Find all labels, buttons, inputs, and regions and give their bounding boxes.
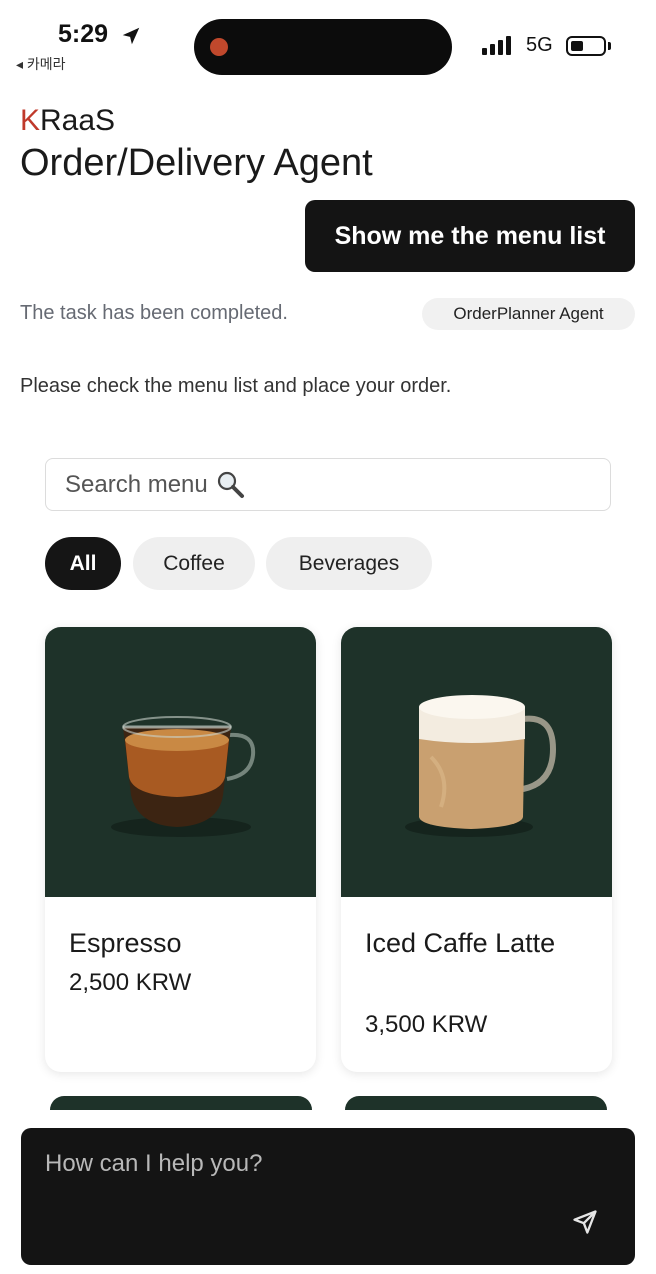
page-title: Order/Delivery Agent [20, 142, 373, 184]
search-placeholder: Search menu [65, 470, 208, 498]
espresso-image [45, 627, 316, 897]
cellular-signal-icon [482, 35, 511, 55]
filter-chip-coffee[interactable]: Coffee [133, 537, 255, 590]
menu-card-espresso[interactable]: Espresso 2,500 KRW [45, 627, 316, 1072]
battery-tip [608, 42, 611, 50]
chat-input-placeholder: How can I help you? [45, 1150, 263, 1177]
menu-item-price: 2,500 KRW [69, 969, 192, 996]
brand-name: RaaS [40, 104, 116, 137]
back-to-camera-link[interactable]: ◂ 카메라 [16, 54, 66, 74]
search-input[interactable]: Search menu [45, 458, 611, 511]
menu-card-peek [50, 1096, 312, 1110]
user-message-bubble: Show me the menu list [305, 200, 635, 272]
agent-badge: OrderPlanner Agent [422, 298, 635, 330]
menu-card-peek [345, 1096, 607, 1110]
latte-image [341, 627, 612, 897]
brand-k: K [20, 104, 41, 137]
network-type: 5G [526, 34, 553, 56]
brand-logo: KRaaS [20, 104, 115, 138]
filter-chip-all[interactable]: All [45, 537, 121, 590]
send-icon[interactable] [571, 1208, 599, 1236]
agent-message: Please check the menu list and place you… [20, 375, 452, 397]
magnifier-icon [217, 471, 244, 498]
status-time: 5:29 [58, 20, 109, 48]
recording-dot-icon [210, 38, 228, 56]
task-status-text: The task has been completed. [20, 302, 288, 324]
menu-card-iced-caffe-latte[interactable]: Iced Caffe Latte 3,500 KRW [341, 627, 612, 1072]
battery-icon [566, 36, 606, 56]
location-arrow-icon [122, 27, 140, 45]
menu-item-price: 3,500 KRW [365, 1011, 488, 1038]
menu-item-name: Iced Caffe Latte [365, 928, 556, 958]
chat-input[interactable]: How can I help you? [21, 1128, 635, 1265]
filter-chip-beverages[interactable]: Beverages [266, 537, 432, 590]
menu-item-name: Espresso [69, 928, 182, 958]
dynamic-island [194, 19, 452, 75]
